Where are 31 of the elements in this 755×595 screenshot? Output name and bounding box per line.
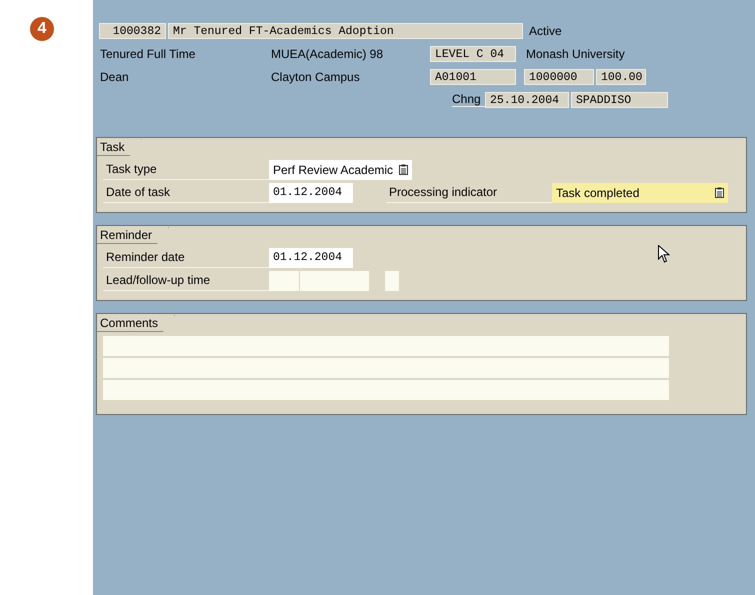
changed-by-field: SPADDISO	[571, 92, 668, 108]
level-field: LEVEL C 04	[430, 46, 516, 62]
cost-centre-field: A01001	[430, 68, 516, 84]
processing-indicator-field[interactable]: Task completed	[552, 182, 728, 202]
award-text: MUEA(Academic) 98	[271, 46, 384, 60]
task-date-field[interactable]: 01.12.2004	[269, 182, 353, 202]
step-badge: 4	[30, 17, 54, 41]
comment-line-field[interactable]	[103, 380, 669, 400]
position-text: Dean	[100, 70, 130, 84]
input-field[interactable]	[269, 270, 299, 290]
panel-title: Reminder	[97, 227, 170, 244]
list-icon[interactable]	[715, 187, 724, 198]
employment-text: Tenured Full Time	[100, 46, 196, 60]
list-icon[interactable]	[399, 164, 408, 175]
panel-title: Comments	[97, 315, 176, 332]
organisation-text: Monash University	[526, 46, 625, 60]
reminder-date-field[interactable]: 01.12.2004	[269, 248, 353, 268]
percentage-field: 100.00	[596, 68, 646, 84]
task-type-field[interactable]: Perf Review Academic	[269, 160, 412, 180]
panel-title: Task	[97, 139, 142, 156]
status-text: Active	[529, 24, 562, 38]
personnel-number-field: 1000382	[99, 22, 166, 38]
comment-line-field[interactable]	[103, 358, 669, 378]
input-field[interactable]	[385, 270, 399, 290]
comment-line-field[interactable]	[103, 336, 669, 356]
employee-name-field: Mr Tenured FT-Academics Adoption	[168, 22, 523, 38]
input-field[interactable]	[300, 270, 369, 290]
location-text: Clayton Campus	[271, 70, 361, 84]
number-field: 1000000	[524, 68, 594, 84]
mouse-pointer-icon	[658, 245, 670, 263]
change-date-field: 25.10.2004	[485, 92, 569, 108]
